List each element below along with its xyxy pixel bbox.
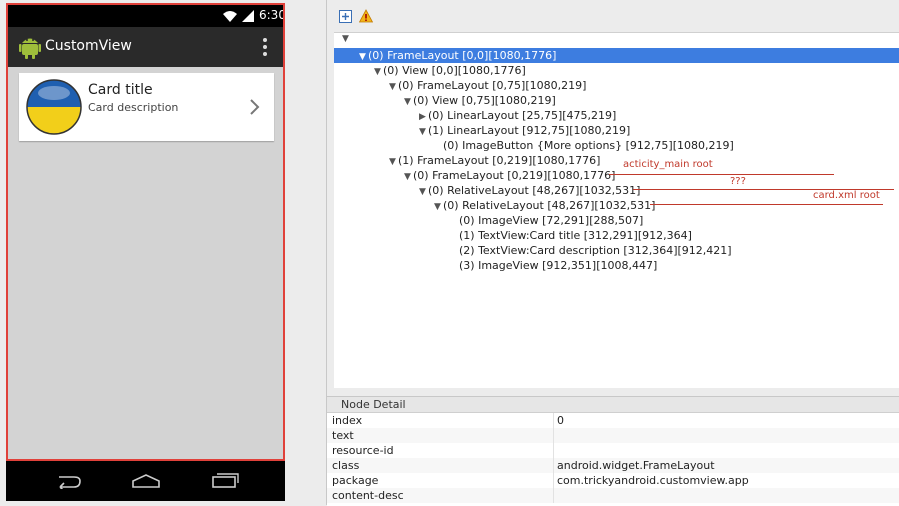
detail-row-text[interactable]: text [327,428,899,443]
tree-node[interactable]: ▼ (0) View [0,0][1080,1776] [372,63,526,78]
overflow-menu-icon[interactable] [262,37,268,57]
tree-node[interactable]: (2) TextView:Card description [312,364][… [459,243,732,258]
back-icon[interactable] [55,473,83,489]
annotation-unknown: ??? [730,176,746,187]
warning-icon[interactable] [359,9,373,23]
card-title: Card title [88,82,153,98]
detail-row-resource-id[interactable]: resource-id [327,443,899,458]
tree-node[interactable]: ▼ (0) FrameLayout [0,75][1080,219] [387,78,586,93]
expand-arrow-icon[interactable]: ▼ [432,200,443,215]
expand-arrow-icon[interactable]: ▼ [402,170,413,185]
tree-node[interactable]: ▼ (0) View [0,75][1080,219] [402,93,556,108]
annotation-line [609,174,834,175]
root-expander-icon[interactable]: ▼ [342,34,349,44]
navigation-bar [6,461,285,501]
expand-all-icon[interactable] [339,10,352,23]
expand-arrow-icon[interactable]: ▼ [387,155,398,170]
wifi-icon [223,11,237,22]
home-icon[interactable] [131,473,161,489]
expand-arrow-icon[interactable]: ▼ [357,50,368,65]
tree-node[interactable]: ▼ (0) RelativeLayout [48,267][1032,531] [417,183,640,198]
card-description: Card description [88,101,179,114]
tree-node[interactable]: ▼ (0) FrameLayout [0,0][1080,1776] [334,48,899,63]
device-screenshot-panel: 6:30 CustomView Card title Card descript… [0,0,326,505]
action-bar: CustomView [8,27,283,67]
expand-arrow-icon[interactable]: ▼ [402,95,413,110]
tree-node[interactable]: (3) ImageView [912,351][1008,447] [459,258,657,273]
expand-arrow-icon[interactable]: ▼ [417,125,428,140]
flag-image [26,79,82,135]
app-title: CustomView [45,38,132,54]
annotation-line [650,204,883,205]
tree-node[interactable]: ▼ (1) LinearLayout [912,75][1080,219] [417,123,630,138]
tree-node[interactable]: ▼ (0) RelativeLayout [48,267][1032,531] [432,198,655,213]
hierarchy-panel: ▼ ▼ (0) FrameLayout [0,0][1080,1776] ▼ (0)… [326,0,899,506]
detail-row-package[interactable]: package com.trickyandroid.customview.app [327,473,899,488]
node-detail-header: Node Detail [327,397,899,413]
tree-node[interactable]: ▶ (0) LinearLayout [25,75][475,219] [417,108,616,123]
android-logo-icon [19,38,41,59]
tree-node[interactable]: (0) ImageButton {More options} [912,75][… [443,138,734,153]
expand-arrow-icon[interactable]: ▼ [417,185,428,200]
recents-icon[interactable] [211,473,239,489]
tree-node[interactable]: ▼ (1) FrameLayout [0,219][1080,1776] [387,153,600,168]
detail-row-class[interactable]: class android.widget.FrameLayout [327,458,899,473]
signal-icon [242,10,254,22]
annotation-activity-main-root: acticity_main root [623,159,713,170]
node-detail-panel: Node Detail index 0 text resource-id clas… [327,396,899,506]
annotation-card-xml-root: card.xml root [813,190,880,201]
chevron-right-icon [250,99,260,115]
device-screen[interactable]: 6:30 CustomView Card title Card descript… [6,3,285,461]
detail-row-content-desc[interactable]: content-desc [327,488,899,503]
card[interactable]: Card title Card description [19,73,274,141]
expand-arrow-icon[interactable]: ▼ [372,65,383,80]
view-hierarchy-tree: ▼ ▼ (0) FrameLayout [0,0][1080,1776] ▼ (0)… [334,32,899,388]
tree-node[interactable]: (1) TextView:Card title [312,291][912,36… [459,228,692,243]
detail-row-index[interactable]: index 0 [327,413,899,428]
tree-node[interactable]: (0) ImageView [72,291][288,507] [459,213,643,228]
app-content: Card title Card description [8,67,283,459]
status-bar: 6:30 [8,5,283,27]
expand-arrow-icon[interactable]: ▼ [387,80,398,95]
status-time: 6:30 [259,8,285,22]
tree-node[interactable]: ▼ (0) FrameLayout [0,219][1080,1776] [402,168,615,183]
